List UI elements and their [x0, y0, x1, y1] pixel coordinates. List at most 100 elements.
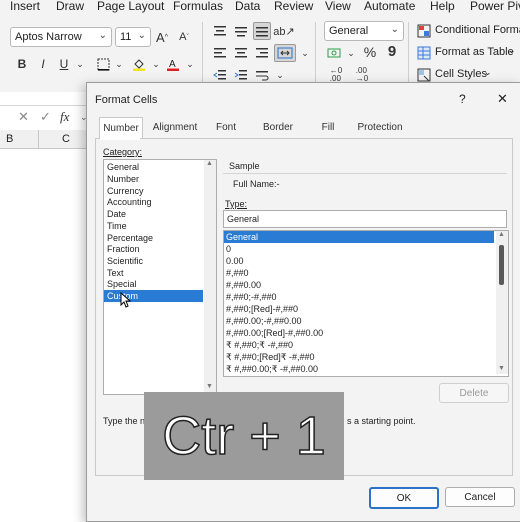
- increase-font-icon[interactable]: A ^: [153, 28, 171, 46]
- category-scrollbar[interactable]: ▲ ▼: [204, 160, 216, 392]
- scroll-up-icon[interactable]: ▲: [498, 231, 505, 238]
- category-list[interactable]: General Number Currency Accounting Date …: [103, 159, 217, 395]
- category-item-special[interactable]: Special: [107, 278, 137, 290]
- menu-help[interactable]: Help: [430, 0, 455, 13]
- help-button[interactable]: ?: [459, 92, 466, 106]
- comma-style-button[interactable]: 9: [383, 42, 401, 60]
- chevron-down-icon[interactable]: ⌄: [71, 55, 89, 73]
- delete-button[interactable]: Delete: [439, 383, 509, 403]
- bold-button[interactable]: B: [13, 55, 31, 73]
- type-item[interactable]: ₹ #,##0;₹ -#,##0: [226, 339, 293, 351]
- chevron-down-icon[interactable]: ⌄: [147, 55, 165, 73]
- percent-button[interactable]: %: [361, 43, 379, 61]
- align-center-icon[interactable]: [232, 44, 250, 62]
- scroll-down-icon[interactable]: ▼: [206, 383, 213, 390]
- tab-border[interactable]: Border: [259, 119, 297, 137]
- chevron-down-icon[interactable]: ⌄: [110, 55, 128, 73]
- type-list[interactable]: General 0 0.00 #,##0 #,##0.00 #,##0;-#,#…: [223, 230, 509, 377]
- category-item-general[interactable]: General: [107, 161, 139, 173]
- menu-page-layout[interactable]: Page Layout: [97, 0, 164, 13]
- mouse-cursor-icon: [120, 292, 132, 308]
- category-label: Category:: [103, 147, 143, 157]
- font-size-dropdown[interactable]: 11 ⌄: [115, 27, 151, 47]
- chevron-down-icon[interactable]: ⌄: [508, 45, 516, 56]
- menu-review[interactable]: Review: [274, 0, 313, 13]
- chevron-down-icon[interactable]: ⌄: [484, 67, 492, 78]
- type-item[interactable]: ₹ #,##0.00;₹ -#,##0.00: [226, 363, 318, 375]
- type-input-value: General: [227, 214, 260, 224]
- cancel-icon[interactable]: ✕: [18, 109, 29, 125]
- tab-font[interactable]: Font: [211, 119, 241, 137]
- type-item[interactable]: #,##0.00;[Red]-#,##0.00: [226, 327, 323, 339]
- format-as-table-button[interactable]: Format as Table: [435, 46, 514, 58]
- align-left-icon[interactable]: [211, 44, 229, 62]
- scroll-up-icon[interactable]: ▲: [206, 160, 213, 167]
- font-color-icon[interactable]: A: [164, 55, 182, 73]
- menu-data[interactable]: Data: [235, 0, 260, 13]
- ribbon-divider: [315, 22, 316, 86]
- align-bottom-icon[interactable]: [253, 22, 271, 40]
- conditional-formatting-button[interactable]: Conditional Format: [435, 24, 520, 36]
- category-item-accounting[interactable]: Accounting: [107, 196, 152, 208]
- tab-protection[interactable]: Protection: [355, 119, 405, 137]
- type-item[interactable]: #,##0;-#,##0: [226, 291, 277, 303]
- type-scrollbar[interactable]: ▲ ▼: [496, 231, 508, 374]
- align-top-icon[interactable]: [211, 22, 229, 40]
- scroll-down-icon[interactable]: ▼: [498, 365, 505, 372]
- cancel-button[interactable]: Cancel: [445, 487, 515, 507]
- font-name-dropdown[interactable]: Aptos Narrow ⌄: [10, 27, 112, 47]
- menu-formulas[interactable]: Formulas: [173, 0, 223, 13]
- format-as-table-icon[interactable]: [415, 44, 433, 62]
- ok-button[interactable]: OK: [369, 487, 439, 509]
- menu-view[interactable]: View: [325, 0, 351, 13]
- italic-button[interactable]: I: [34, 55, 52, 73]
- decrease-font-icon[interactable]: Aˇ: [175, 28, 193, 46]
- chevron-down-icon[interactable]: ⌄: [296, 44, 314, 62]
- type-item[interactable]: 0: [226, 243, 231, 255]
- menu-insert[interactable]: Insert: [10, 0, 40, 13]
- category-item-fraction[interactable]: Fraction: [107, 243, 140, 255]
- close-button[interactable]: ✕: [497, 91, 508, 107]
- type-item[interactable]: #,##0: [226, 267, 249, 279]
- dialog-title: Format Cells: [95, 94, 158, 106]
- sheet-grid[interactable]: [0, 149, 86, 520]
- category-item-custom[interactable]: Custom: [104, 290, 203, 302]
- type-item[interactable]: General: [224, 231, 494, 243]
- column-header-b[interactable]: B: [6, 133, 13, 145]
- chevron-down-icon[interactable]: ⌄: [342, 44, 360, 62]
- sample-box: Full Name:-: [223, 173, 507, 192]
- category-item-number[interactable]: Number: [107, 173, 139, 185]
- tab-alignment[interactable]: Alignment: [147, 119, 203, 137]
- column-header-c[interactable]: C: [62, 133, 70, 145]
- insert-function-icon[interactable]: fx: [60, 109, 69, 125]
- column-divider: [38, 130, 39, 148]
- category-item-scientific[interactable]: Scientific: [107, 255, 143, 267]
- align-middle-icon[interactable]: [232, 22, 250, 40]
- currency-icon[interactable]: [325, 44, 343, 62]
- type-item[interactable]: #,##0.00;-#,##0.00: [226, 315, 302, 327]
- tab-fill[interactable]: Fill: [317, 119, 339, 137]
- cell-styles-button[interactable]: Cell Styles: [435, 68, 487, 80]
- category-item-time[interactable]: Time: [107, 220, 127, 232]
- menu-power-pivot[interactable]: Power Pivo: [470, 0, 520, 13]
- sample-value: Full Name:-: [233, 179, 280, 189]
- chevron-down-icon[interactable]: ⌄: [181, 55, 199, 73]
- fill-color-icon[interactable]: [130, 55, 148, 73]
- type-item[interactable]: #,##0.00: [226, 279, 261, 291]
- menu-automate[interactable]: Automate: [364, 0, 415, 13]
- align-right-icon[interactable]: [253, 44, 271, 62]
- number-format-dropdown[interactable]: General ⌄: [324, 21, 404, 41]
- category-item-date[interactable]: Date: [107, 208, 126, 220]
- type-label: Type:: [225, 199, 248, 209]
- type-item[interactable]: 0.00: [226, 255, 244, 267]
- merge-center-icon[interactable]: [274, 44, 296, 62]
- type-item[interactable]: #,##0;[Red]-#,##0: [226, 303, 298, 315]
- type-input[interactable]: General: [223, 210, 507, 228]
- scroll-thumb[interactable]: [499, 245, 504, 285]
- orientation-icon[interactable]: ab↗: [273, 22, 294, 40]
- menu-draw[interactable]: Draw: [56, 0, 84, 13]
- tab-number[interactable]: Number: [99, 117, 143, 140]
- enter-icon[interactable]: ✓: [40, 109, 51, 125]
- conditional-format-icon[interactable]: [415, 22, 433, 40]
- type-item[interactable]: ₹ #,##0;[Red]₹ -#,##0: [226, 351, 315, 363]
